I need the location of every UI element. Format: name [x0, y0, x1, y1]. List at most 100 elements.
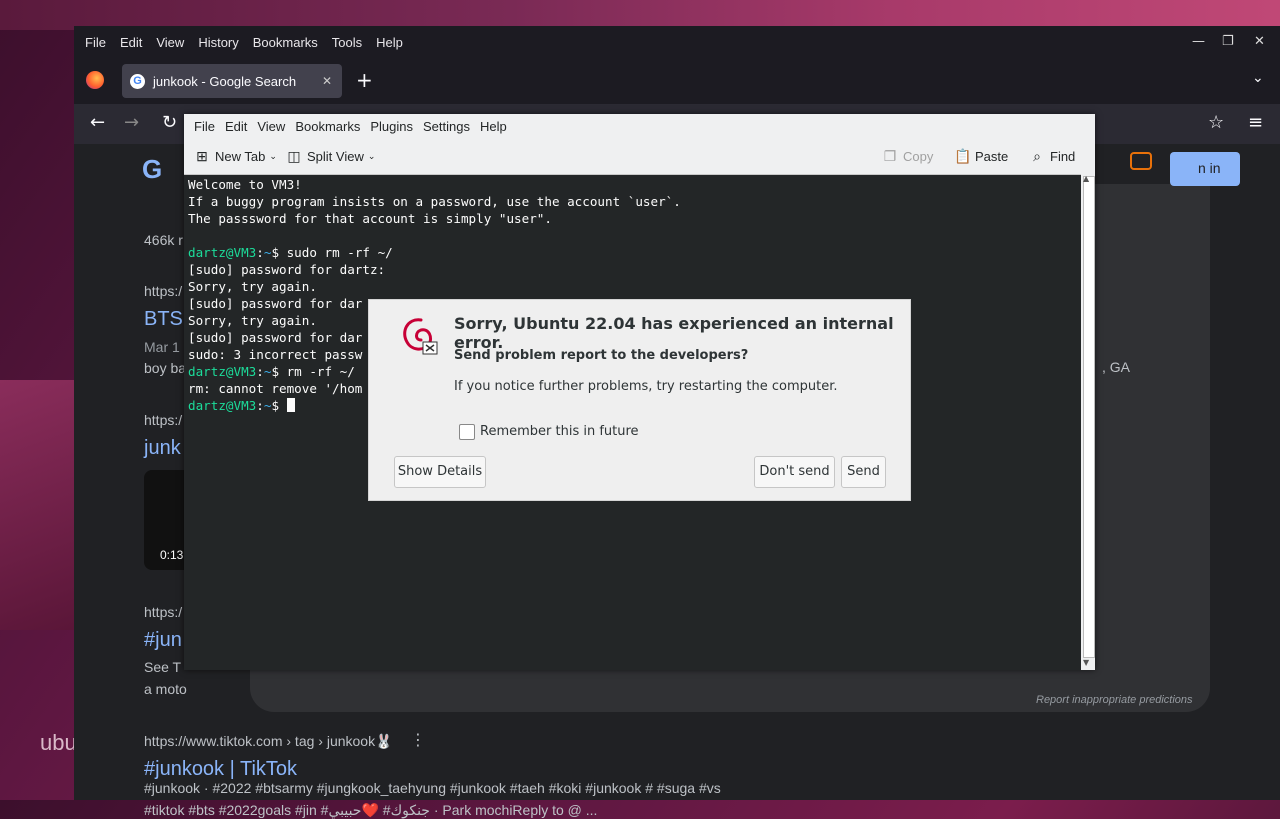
new-tab-icon: ⊞ [196, 148, 208, 164]
terminal-scrollbar-thumb[interactable] [1083, 176, 1095, 658]
lens-camera-icon[interactable] [1130, 152, 1152, 170]
new-tab-label: New Tab [215, 148, 266, 164]
prompt-command: $ sudo rm -rf ~/ [271, 245, 393, 260]
app-menu-icon[interactable]: ≡ [1248, 112, 1263, 133]
terminal-line: [sudo] password for dartz: [188, 262, 386, 277]
more-options-icon[interactable]: ⋮ [410, 730, 426, 749]
split-view-button[interactable]: ◫ Split View ⌄ [286, 148, 375, 164]
result-snippet: boy ba [144, 360, 187, 376]
result-title-tiktok[interactable]: #junkook | TikTok [144, 758, 297, 781]
sign-in-label: n in [1198, 160, 1221, 176]
terminal-line: Sorry, try again. [188, 279, 317, 294]
result-snippet: a moto [144, 681, 187, 697]
konsole-menubar: File Edit View Bookmarks Plugins Setting… [184, 114, 1095, 138]
result-snippet-tiktok: #tiktok #bts #2022goals #jin #جنكوك# ❤️ح… [144, 802, 598, 818]
menu-help[interactable]: Help [373, 35, 406, 50]
terminal-line: The passsword for that account is simply… [188, 211, 552, 226]
firefox-logo-icon[interactable] [86, 71, 104, 89]
prompt-user: dartz@VM3 [188, 245, 257, 260]
google-favicon-icon: G [130, 73, 145, 89]
split-view-icon: ◫ [287, 148, 301, 164]
find-label: Find [1050, 148, 1076, 164]
dialog-title: Sorry, Ubuntu 22.04 has experienced an i… [454, 314, 894, 352]
prompt-user: dartz@VM3 [188, 398, 257, 413]
result-title[interactable]: BTS [144, 308, 183, 331]
minimize-button[interactable]: — [1192, 34, 1205, 49]
konsole-menu-bookmarks[interactable]: Bookmarks [295, 119, 360, 134]
result-url[interactable]: https:/ [144, 412, 182, 428]
report-predictions-link[interactable]: Report inappropriate predictions [1036, 694, 1193, 706]
menu-edit[interactable]: Edit [117, 35, 145, 50]
dropdown-arrow-icon: ⌄ [367, 150, 376, 161]
reload-button[interactable]: ↻ [162, 112, 177, 133]
result-snippet-tiktok: #junkook · #2022 #btsarmy #jungkook_taeh… [144, 780, 721, 796]
scroll-up-arrow-icon[interactable]: ▲ [1083, 174, 1089, 183]
prompt-user: dartz@VM3 [188, 364, 257, 379]
copy-label: Copy [903, 148, 934, 164]
close-window-button[interactable]: ✕ [1254, 34, 1265, 49]
bookmark-star-icon[interactable]: ☆ [1208, 112, 1224, 133]
google-logo[interactable]: G [142, 154, 162, 185]
paste-button[interactable]: 📋 Paste [954, 148, 1008, 164]
tab-google-search[interactable]: G junkook - Google Search ✕ [122, 64, 342, 98]
show-details-button[interactable]: Show Details [394, 456, 486, 488]
result-date: Mar 1 [144, 339, 184, 355]
menu-view[interactable]: View [153, 35, 187, 50]
menu-history[interactable]: History [195, 35, 241, 50]
split-view-label: Split View [307, 148, 364, 164]
prompt-command: $ [271, 398, 287, 413]
terminal-prompt-line: dartz@VM3:~$ sudo rm -rf ~/ [188, 245, 393, 260]
send-button[interactable]: Send [841, 456, 886, 488]
menu-tools[interactable]: Tools [329, 35, 365, 50]
remember-checkbox-label[interactable]: Remember this in future [480, 424, 639, 439]
konsole-menu-view[interactable]: View [257, 119, 285, 134]
terminal-line: ​ [188, 227, 1081, 244]
menu-bookmarks[interactable]: Bookmarks [250, 35, 321, 50]
tab-close-icon[interactable]: ✕ [322, 74, 332, 88]
tab-list-chevron-down-icon[interactable]: ⌄ [1252, 70, 1264, 86]
back-button[interactable]: ← [90, 112, 105, 133]
result-url[interactable]: https:/ [144, 604, 182, 620]
konsole-menu-file[interactable]: File [194, 119, 215, 134]
firefox-menubar: File Edit View History Bookmarks Tools H… [74, 26, 1280, 58]
result-url[interactable]: https:/ [144, 283, 182, 299]
konsole-toolbar: ⊞ New Tab ⌄ ◫ Split View ⌄ ❐ Copy 📋 Past… [184, 138, 1095, 175]
terminal-line: If a buggy program insists on a password… [188, 194, 681, 209]
menu-file[interactable]: File [82, 35, 109, 50]
sign-in-button[interactable]: n in [1170, 152, 1240, 186]
forward-button[interactable]: → [124, 112, 139, 133]
result-title[interactable]: junk [144, 437, 181, 460]
konsole-menu-plugins[interactable]: Plugins [370, 119, 413, 134]
crash-report-dialog: Sorry, Ubuntu 22.04 has experienced an i… [369, 300, 910, 500]
paste-icon: 📋 [954, 148, 972, 164]
result-title[interactable]: #jun [144, 629, 182, 652]
result-snippet: See T [144, 659, 182, 675]
konsole-menu-edit[interactable]: Edit [225, 119, 247, 134]
video-duration: 0:13 [160, 548, 184, 562]
copy-icon: ❐ [883, 148, 897, 164]
debian-swirl-icon [397, 314, 441, 358]
find-button[interactable]: ⌕ Find [1029, 148, 1075, 164]
terminal-line: Welcome to VM3! [188, 177, 302, 192]
firefox-tabbar: G junkook - Google Search ✕ + ⌄ [74, 58, 1280, 104]
find-search-icon: ⌕ [1033, 148, 1041, 164]
results-count: 466k r [144, 232, 183, 248]
desktop-wallpaper-shape [0, 380, 74, 630]
prompt-command: $ rm -rf ~/ [271, 364, 355, 379]
scroll-down-arrow-icon[interactable]: ▼ [1083, 658, 1089, 667]
desktop-ubuntu-label: ubu [40, 730, 77, 755]
paste-label: Paste [975, 148, 1009, 164]
remember-checkbox[interactable] [459, 424, 475, 440]
new-tab-button[interactable]: + [356, 68, 373, 92]
konsole-menu-help[interactable]: Help [480, 119, 507, 134]
maximize-button[interactable]: ❐ [1222, 34, 1234, 49]
new-tab-button[interactable]: ⊞ New Tab ⌄ [194, 148, 277, 164]
result-url-tiktok[interactable]: https://www.tiktok.com › tag › junkook🐰 [144, 733, 393, 750]
copy-button[interactable]: ❐ Copy [882, 148, 934, 164]
dropdown-arrow-icon: ⌄ [269, 150, 277, 161]
konsole-menu-settings[interactable]: Settings [423, 119, 470, 134]
tab-title: junkook - Google Search [153, 73, 297, 89]
terminal-cursor [286, 398, 295, 412]
dont-send-button[interactable]: Don't send [754, 456, 835, 488]
result-snippet-right: , GA [1102, 359, 1131, 375]
